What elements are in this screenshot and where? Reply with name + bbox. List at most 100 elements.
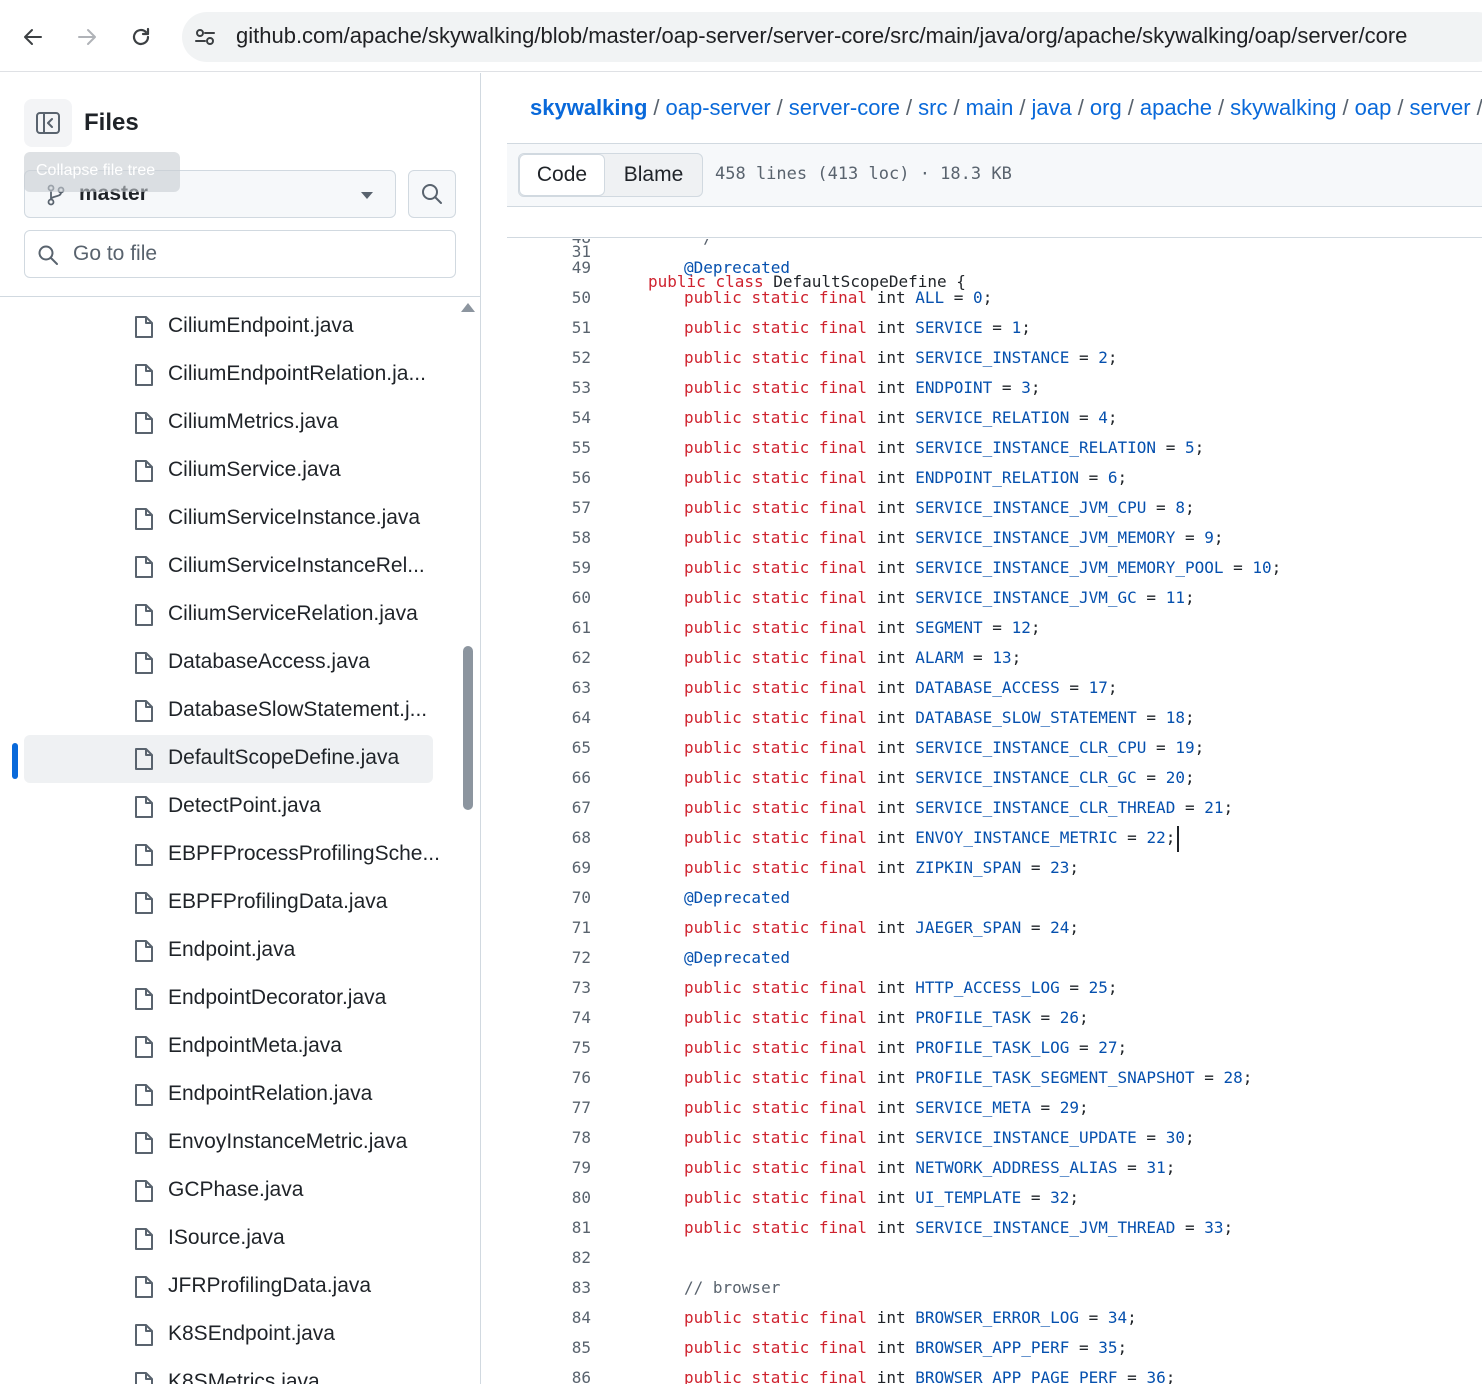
keyword: final — [818, 498, 868, 517]
breadcrumb-link[interactable]: main — [966, 95, 1014, 120]
file-tree-item[interactable]: DetectPoint.java — [24, 783, 433, 831]
keyword: final — [818, 588, 868, 607]
file-tree-item[interactable]: Endpoint.java — [24, 927, 433, 975]
breadcrumb-link[interactable]: oap-server — [666, 95, 771, 120]
file-tree-item[interactable]: DatabaseSlowStatement.j... — [24, 687, 433, 735]
file-tree-item[interactable]: JFRProfilingData.java — [24, 1263, 433, 1311]
file-tree-item[interactable]: CiliumMetrics.java — [24, 399, 433, 447]
collapse-file-tree-button[interactable] — [24, 99, 72, 147]
keyword: final — [818, 1068, 868, 1087]
search-icon — [422, 184, 442, 204]
file-tree-item[interactable]: DatabaseAccess.java — [24, 639, 433, 687]
tab-blame[interactable]: Blame — [605, 154, 702, 196]
line-number: 78 — [571, 1128, 591, 1147]
keyword: public — [684, 1218, 742, 1237]
constant-name: SERVICE_META — [915, 1098, 1031, 1117]
code-line: 84 public static final int BROWSER_ERROR_… — [507, 1303, 1482, 1333]
file-tree-item[interactable]: CiliumEndpointRelation.ja... — [24, 351, 433, 399]
go-to-file-input[interactable] — [73, 241, 433, 267]
breadcrumb-link[interactable]: org — [1090, 95, 1122, 120]
code-text: public static final int BROWSER_APP_PERF… — [684, 1338, 1128, 1357]
file-name: CiliumServiceInstanceRel... — [168, 554, 425, 577]
file-tree-item[interactable]: EndpointRelation.java — [24, 1071, 433, 1119]
go-to-file-field[interactable] — [24, 230, 456, 278]
breadcrumb-link[interactable]: skywalking — [1230, 95, 1336, 120]
line-number: 73 — [571, 978, 591, 997]
tab-code[interactable]: Code — [519, 154, 605, 196]
forward-button[interactable] — [70, 20, 104, 54]
search-button[interactable] — [408, 170, 456, 218]
file-tree-item[interactable]: CiliumServiceRelation.java — [24, 591, 433, 639]
file-tree-item[interactable]: EBPFProcessProfilingSche... — [24, 831, 440, 879]
file-icon — [135, 556, 153, 578]
type: int — [876, 438, 906, 457]
code-line: 77 public static final int SERVICE_META =… — [507, 1093, 1482, 1123]
back-button[interactable] — [16, 20, 50, 54]
type: int — [876, 1128, 906, 1147]
file-tree-item[interactable]: GCPhase.java — [24, 1167, 433, 1215]
constant-name: ZIPKIN_SPAN — [915, 858, 1022, 877]
keyword: static — [751, 858, 810, 877]
breadcrumb-link[interactable]: server — [1410, 95, 1471, 120]
file-tree-item[interactable]: CiliumService.java — [24, 447, 433, 495]
keyword: public — [684, 678, 742, 697]
file-tree-item[interactable]: CiliumServiceInstanceRel... — [24, 543, 433, 591]
code-line: 70 @Deprecated — [507, 883, 1482, 913]
breadcrumb-link[interactable]: server-core — [789, 95, 900, 120]
constant-value: 26 — [1059, 1008, 1079, 1027]
constant-name: SERVICE_INSTANCE_CLR_THREAD — [915, 798, 1176, 817]
line-number: 56 — [571, 468, 591, 487]
file-tree-item[interactable]: CiliumEndpoint.java — [24, 307, 433, 351]
code-line: 56 public static final int ENDPOINT_RELAT… — [507, 463, 1482, 493]
file-tree-item[interactable]: K8SEndpoint.java — [24, 1311, 433, 1359]
file-tree-item[interactable]: K8SMetrics.java — [24, 1359, 433, 1384]
file-tree-item[interactable]: ISource.java — [24, 1215, 433, 1263]
constant-name: PROFILE_TASK — [915, 1008, 1031, 1027]
scroll-up-arrow[interactable] — [461, 303, 475, 312]
file-icon — [135, 892, 153, 914]
file-tree-item[interactable]: EndpointMeta.java — [24, 1023, 433, 1071]
breadcrumb-link[interactable]: src — [918, 95, 947, 120]
keyword: static — [751, 1038, 810, 1057]
constant-name: BROWSER_APP_PAGE_PERF — [915, 1368, 1118, 1384]
breadcrumb-link[interactable]: java — [1031, 95, 1071, 120]
file-name: K8SMetrics.java — [168, 1370, 320, 1384]
keyword: final — [818, 648, 868, 667]
code-text: public static final int PROFILE_TASK_LOG… — [684, 1038, 1128, 1057]
keyword: public — [684, 1068, 742, 1087]
site-settings-icon[interactable] — [194, 26, 216, 48]
line-number: 66 — [571, 768, 591, 787]
scrollbar-thumb[interactable] — [463, 646, 473, 810]
keyword: final — [818, 558, 868, 577]
constant-value: 20 — [1165, 768, 1185, 787]
breadcrumb-link[interactable]: skywalking — [530, 95, 647, 120]
file-tree-item[interactable]: EnvoyInstanceMetric.java — [24, 1119, 433, 1167]
line-number: 69 — [571, 858, 591, 877]
file-name: EnvoyInstanceMetric.java — [168, 1130, 408, 1153]
code-text: public static final int SERVICE_RELATION… — [684, 408, 1118, 427]
keyword: final — [818, 1188, 868, 1207]
text-cursor — [1177, 825, 1180, 852]
line-number: 63 — [571, 678, 591, 697]
file-tree-item[interactable]: DefaultScopeDefine.java — [24, 735, 433, 783]
keyword: final — [818, 1158, 868, 1177]
type: int — [876, 1158, 906, 1177]
url-text[interactable]: github.com/apache/skywalking/blob/master… — [236, 23, 1407, 49]
keyword: static — [751, 828, 810, 847]
file-icon — [135, 1180, 153, 1202]
file-tree-item[interactable]: EndpointDecorator.java — [24, 975, 433, 1023]
keyword: static — [751, 1098, 810, 1117]
file-tree-item[interactable]: CiliumServiceInstance.java — [24, 495, 433, 543]
file-name: EndpointRelation.java — [168, 1082, 373, 1105]
constant-value: 32 — [1050, 1188, 1070, 1207]
file-tree-item[interactable]: EBPFProfilingData.java — [24, 879, 433, 927]
line-number: 74 — [571, 1008, 591, 1027]
line-number: 68 — [571, 828, 591, 847]
keyword: static — [751, 678, 810, 697]
breadcrumb-link[interactable]: apache — [1140, 95, 1212, 120]
reload-button[interactable] — [124, 20, 158, 54]
keyword: final — [818, 1338, 868, 1357]
code-line: 51 public static final int SERVICE = 1; — [507, 313, 1482, 343]
address-bar[interactable]: github.com/apache/skywalking/blob/master… — [182, 12, 1482, 62]
breadcrumb-link[interactable]: oap — [1355, 95, 1392, 120]
